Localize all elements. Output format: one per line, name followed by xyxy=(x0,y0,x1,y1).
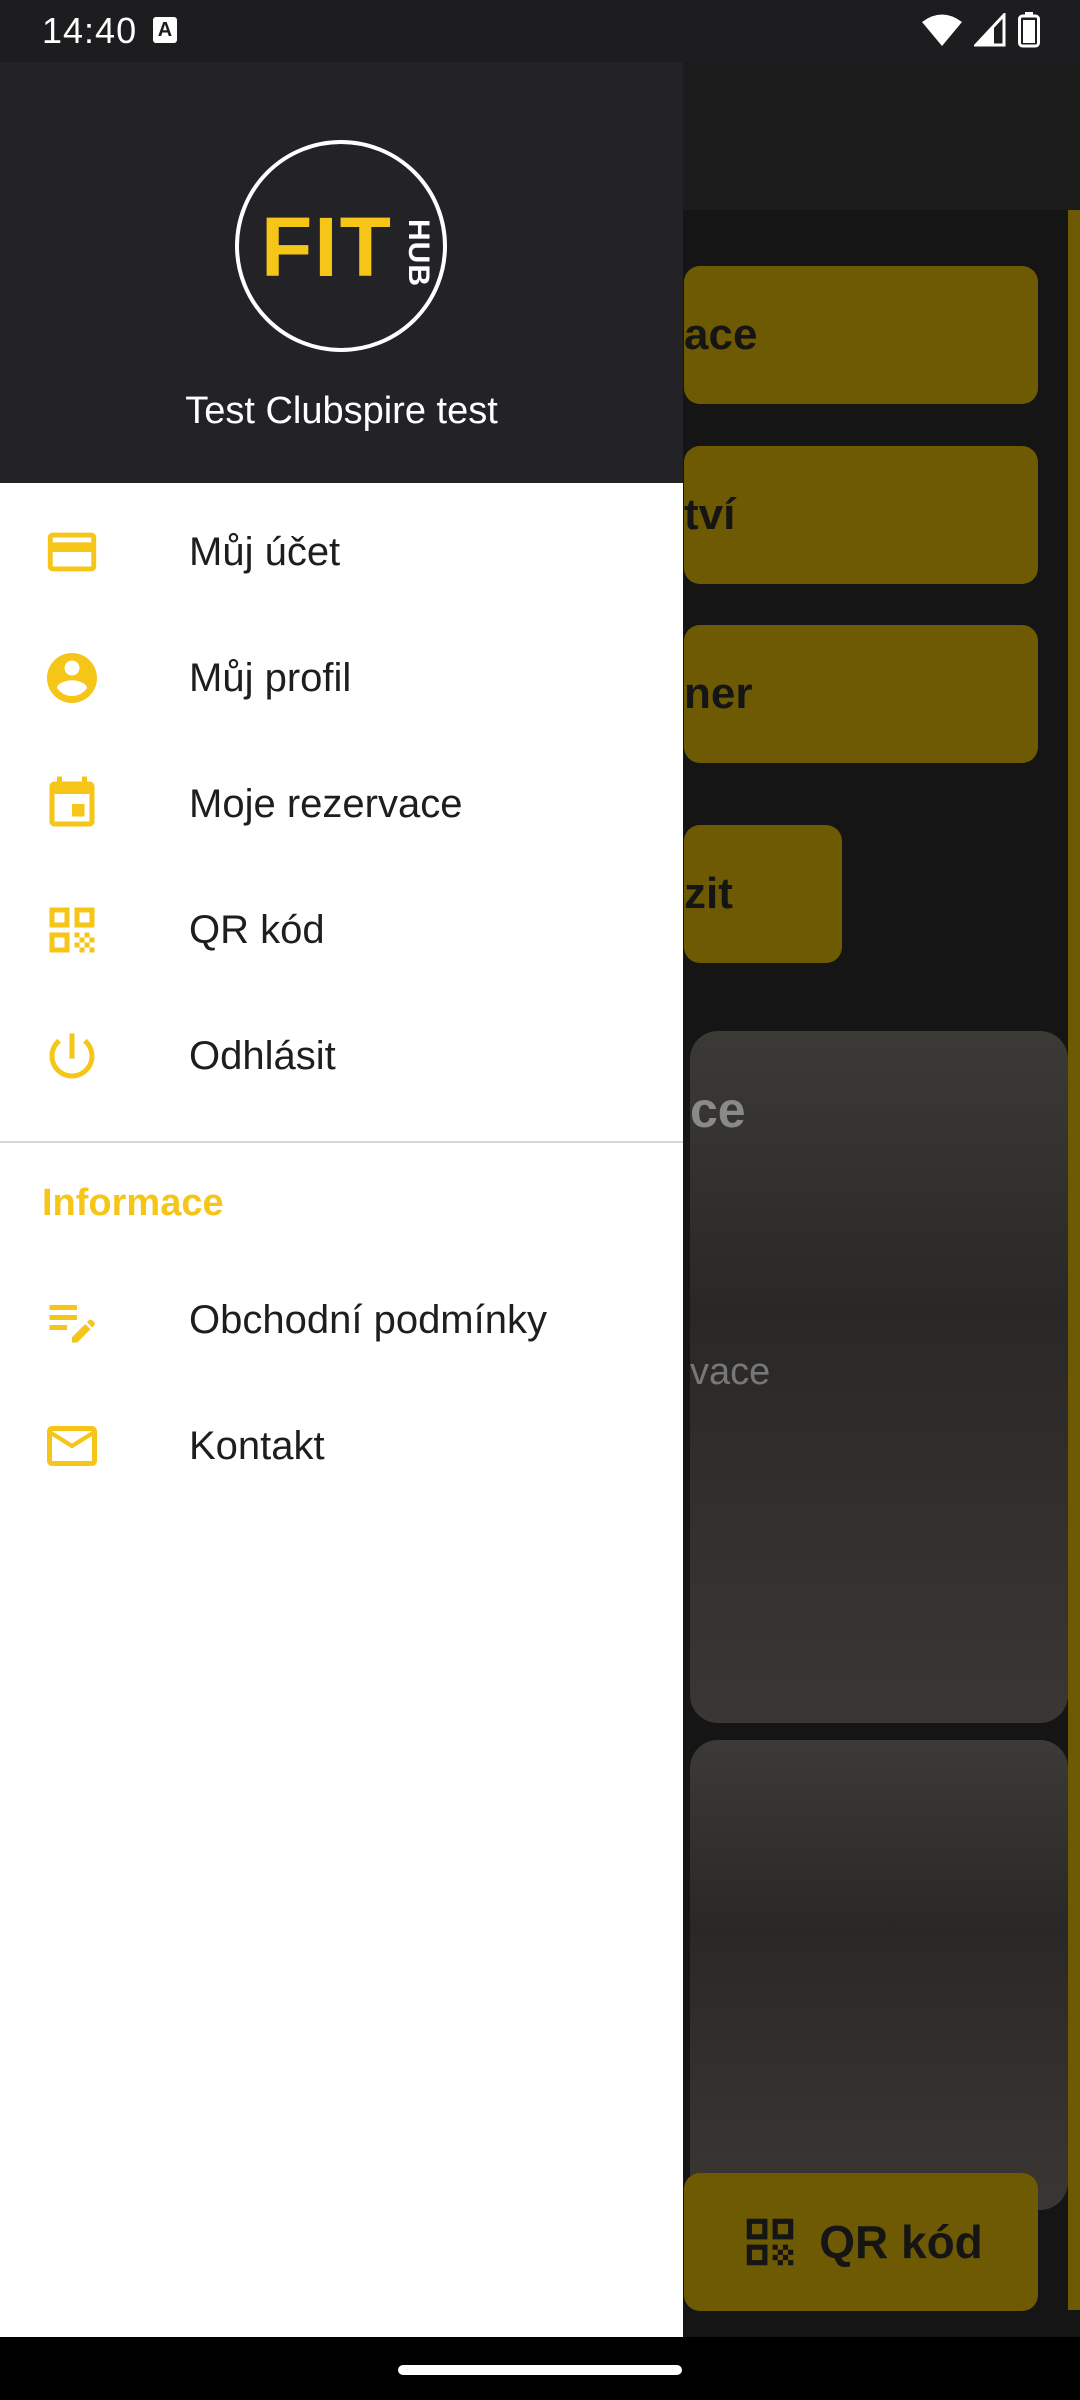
qr-code-icon xyxy=(746,2218,794,2266)
menu-item-contact[interactable]: Kontakt xyxy=(0,1383,683,1509)
background-button-1-label: ace xyxy=(684,310,758,359)
calendar-icon xyxy=(42,774,102,834)
navigation-drawer: FIT HUB Test Clubspire test Můj účet Můj… xyxy=(0,62,683,2337)
background-card-title: ce xyxy=(690,1082,746,1138)
background-button-3: ner xyxy=(684,625,1038,763)
menu-item-label: Můj účet xyxy=(189,529,341,574)
menu-item-my-account[interactable]: Můj účet xyxy=(0,489,683,615)
background-qr-button: QR kód xyxy=(684,2173,1038,2311)
wifi-icon xyxy=(922,14,962,46)
status-time: 14:40 xyxy=(42,10,138,51)
menu-item-label: QR kód xyxy=(189,907,325,952)
background-button-2-label: tví xyxy=(684,490,736,539)
background-button-1: ace xyxy=(684,266,1038,404)
menu-item-qr-code[interactable]: QR kód xyxy=(0,867,683,993)
drawer-menu: Můj účet Můj profil Moje rezervace QR kó… xyxy=(0,483,683,1509)
mail-icon xyxy=(42,1416,102,1476)
edit-note-icon xyxy=(42,1290,102,1350)
menu-item-label: Můj profil xyxy=(189,655,352,700)
background-button-3-label: ner xyxy=(684,669,753,718)
user-name: Test Clubspire test xyxy=(185,390,498,432)
system-navigation-bar xyxy=(0,2337,1080,2400)
background-scrollbar xyxy=(1068,210,1080,2310)
menu-item-logout[interactable]: Odhlásit xyxy=(0,993,683,1119)
menu-item-label: Moje rezervace xyxy=(189,781,463,826)
fithub-logo: FIT HUB xyxy=(235,140,447,352)
background-card-1: ce vace xyxy=(690,1031,1068,1723)
menu-item-my-profile[interactable]: Můj profil xyxy=(0,615,683,741)
account-circle-icon xyxy=(42,648,102,708)
background-button-4: zit xyxy=(684,825,842,963)
section-title-information: Informace xyxy=(42,1182,224,1224)
background-card-2 xyxy=(690,1740,1068,2210)
background-button-4-label: zit xyxy=(684,869,733,918)
background-qr-label: QR kód xyxy=(819,2216,983,2268)
menu-item-label: Kontakt xyxy=(189,1423,325,1468)
drawer-header: FIT HUB Test Clubspire test xyxy=(0,62,683,483)
status-icons xyxy=(922,12,1040,48)
menu-item-label: Odhlásit xyxy=(189,1033,336,1078)
status-bar: 14:40 A xyxy=(0,0,1080,62)
a-letter-icon: A xyxy=(153,17,177,43)
menu-item-my-reservations[interactable]: Moje rezervace xyxy=(0,741,683,867)
credit-card-icon xyxy=(42,522,102,582)
battery-icon xyxy=(1018,12,1040,48)
qr-code-icon xyxy=(42,900,102,960)
logo-fit-text: FIT xyxy=(261,200,393,294)
power-icon xyxy=(42,1026,102,1086)
logo-hub-text: HUB xyxy=(402,219,435,287)
background-button-2: tví xyxy=(684,446,1038,584)
menu-item-label: Obchodní podmínky xyxy=(189,1297,547,1342)
signal-icon xyxy=(974,13,1006,47)
menu-item-terms[interactable]: Obchodní podmínky xyxy=(0,1257,683,1383)
background-card-subtitle: vace xyxy=(690,1351,771,1393)
menu-divider xyxy=(0,1141,683,1143)
home-gesture-handle[interactable] xyxy=(398,2365,682,2375)
